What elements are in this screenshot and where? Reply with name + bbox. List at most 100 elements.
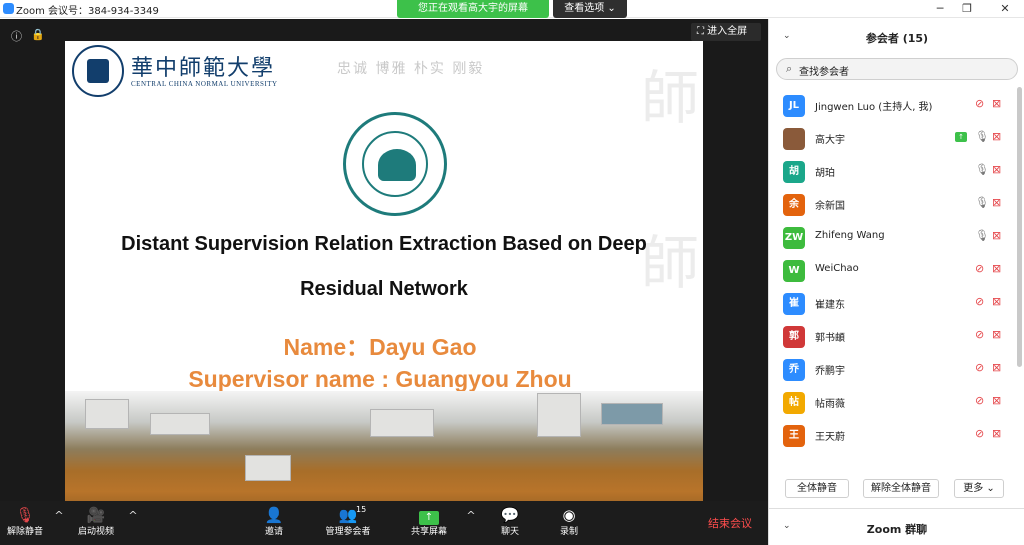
lock-icon[interactable]: 🔒 (31, 28, 45, 41)
participant-name: 乔鹏宇 (815, 366, 845, 377)
avatar: 余 (783, 194, 805, 216)
video-off-icon[interactable]: ⊠ (992, 130, 1001, 143)
participant-row[interactable]: 乔乔鹏宇 ⊘ ⊠ (769, 352, 1017, 385)
participant-row[interactable]: 余余新国 🎙 ⊠ (769, 187, 1017, 220)
participant-row[interactable]: 郭郭书頔 ⊘ ⊠ (769, 319, 1017, 352)
mic-muted-icon[interactable]: ⊘ (975, 295, 984, 308)
close-icon[interactable]: ✕ (993, 0, 1017, 18)
viewing-share-banner: 您正在观看高大宇的屏幕 (397, 0, 549, 18)
participant-row[interactable]: W WeiChao ⊘ ⊠ (769, 253, 1017, 286)
mic-muted-icon[interactable]: ⊘ (975, 427, 984, 440)
slide-title-line-2: Residual Network (300, 278, 468, 300)
university-name-cn: 華中師範大學 (131, 56, 276, 81)
mic-icon[interactable]: 🎙 (975, 130, 989, 143)
participant-name: 王天蔚 (815, 432, 845, 443)
mic-muted-icon[interactable]: ⊘ (975, 394, 984, 407)
avatar: 王 (783, 425, 805, 447)
meeting-toolbar: 🎙 解除静音 ^ 🎥 启动视频 ^ 👤 邀请 👥 15 管理参会者 ↑ 共享屏幕… (0, 501, 768, 545)
participant-name: 帖雨薇 (815, 399, 845, 410)
window-title: Zoom 会议号：384-934-3349 (16, 6, 159, 17)
participants-panel-title: 参会者 (15) (865, 32, 929, 45)
participant-row[interactable]: 高大宇 ↑ 🎙 ⊠ (769, 121, 1017, 154)
lab-emblem-icon (343, 112, 447, 216)
university-name-en: CENTRAL CHINA NORMAL UNIVERSITY (131, 80, 278, 88)
view-options-button[interactable]: 查看选项 ⌄ (553, 0, 627, 18)
video-off-icon: 🎥 (86, 506, 106, 524)
participant-row[interactable]: JL Jingwen Luo (主持人, 我) ⊘ ⊠ (769, 88, 1017, 121)
mic-icon[interactable]: 🎙 (975, 229, 989, 242)
unmute-all-button[interactable]: 解除全体静音 (863, 479, 939, 498)
participant-list-scrollbar[interactable] (1017, 87, 1022, 367)
video-off-icon[interactable]: ⊠ (992, 229, 1001, 242)
enter-fullscreen-button[interactable]: ⛶ 进入全屏 (691, 23, 761, 41)
participant-row[interactable]: 胡胡珀 🎙 ⊠ (769, 154, 1017, 187)
mic-muted-icon[interactable]: ⊘ (975, 361, 984, 374)
video-off-icon[interactable]: ⊠ (992, 163, 1001, 176)
info-icon[interactable]: ⓘ (11, 28, 22, 44)
invite-button[interactable]: 👤 邀请 (241, 505, 307, 545)
chat-label: 聊天 (500, 527, 519, 537)
panel-divider (769, 508, 1024, 509)
mute-all-button[interactable]: 全体静音 (785, 479, 849, 498)
start-video-button[interactable]: 🎥 启动视频 (63, 505, 129, 545)
video-options-caret[interactable]: ^ (126, 509, 140, 522)
avatar: W (783, 260, 805, 282)
mic-icon[interactable]: 🎙 (975, 163, 989, 176)
participant-row[interactable]: 帖帖雨薇 ⊘ ⊠ (769, 385, 1017, 418)
shared-screen-stage: ⓘ 🔒 ⛶ 进入全屏 華中師範大學 CENTRAL CHINA NORMAL U… (0, 19, 768, 520)
add-user-icon: 👤 (264, 506, 284, 524)
participant-row[interactable]: ZW Zhifeng Wang 🎙 ⊠ (769, 220, 1017, 253)
mic-muted-icon[interactable]: ⊘ (975, 328, 984, 341)
chat-icon: 💬 (500, 506, 520, 524)
manage-participants-label: 管理参会者 (325, 527, 371, 537)
minimize-icon[interactable]: ─ (928, 0, 952, 18)
slide-title-line-1: Distant Supervision Relation Extraction … (121, 233, 647, 255)
video-off-icon[interactable]: ⊠ (992, 328, 1001, 341)
end-meeting-button[interactable]: 结束会议 (708, 515, 752, 531)
participant-name: 胡珀 (815, 168, 835, 179)
participants-panel: ⌄ 参会者 (15) ⌕ 查找参会者 JL Jingwen Luo (主持人, 我… (768, 19, 1024, 545)
restore-icon[interactable]: ❐ (955, 0, 979, 18)
zoom-group-chat-title: Zoom 群聊 (866, 523, 928, 536)
zoom-meeting-window: Zoom 会议号：384-934-3349 ─ ❐ ✕ 您正在观看高大宇的屏幕 … (0, 0, 1024, 545)
presenter-name: Name：Dayu Gao (283, 334, 477, 360)
participant-name: 郭书頔 (815, 333, 845, 344)
participant-row[interactable]: 王王天蔚 ⊘ ⊠ (769, 418, 1017, 451)
mic-muted-icon[interactable]: ⊘ (975, 262, 984, 275)
avatar: 崔 (783, 293, 805, 315)
presentation-slide: 華中師範大學 CENTRAL CHINA NORMAL UNIVERSITY 忠… (65, 41, 703, 520)
share-options-caret[interactable]: ^ (464, 509, 478, 522)
video-off-icon[interactable]: ⊠ (992, 196, 1001, 209)
video-off-icon[interactable]: ⊠ (992, 361, 1001, 374)
avatar: 胡 (783, 161, 805, 183)
participant-name: 崔建东 (815, 300, 845, 311)
mic-icon[interactable]: 🎙 (975, 196, 989, 209)
participant-name: WeiChao (815, 263, 859, 274)
video-off-icon[interactable]: ⊠ (992, 262, 1001, 275)
start-video-label: 启动视频 (77, 527, 114, 537)
avatar: 乔 (783, 359, 805, 381)
avatar: 郭 (783, 326, 805, 348)
share-screen-icon: ↑ (396, 505, 462, 525)
record-icon: ◉ (562, 506, 576, 524)
avatar: ZW (783, 227, 805, 249)
video-off-icon[interactable]: ⊠ (992, 97, 1001, 110)
record-label: 录制 (559, 527, 578, 537)
unmute-label: 解除静音 (6, 527, 43, 537)
share-screen-button[interactable]: ↑ 共享屏幕 (396, 505, 462, 545)
manage-participants-button[interactable]: 👥 15 管理参会者 (315, 505, 381, 545)
supervisor-name: Supervisor name : Guangyou Zhou (188, 366, 572, 392)
unmute-button[interactable]: 🎙 解除静音 (0, 505, 58, 545)
participant-row[interactable]: 崔崔建东 ⊘ ⊠ (769, 286, 1017, 319)
search-placeholder: 查找参会者 (799, 67, 849, 78)
chat-button[interactable]: 💬 聊天 (477, 505, 543, 545)
mic-muted-icon[interactable]: ⊘ (975, 97, 984, 110)
record-button[interactable]: ◉ 录制 (536, 505, 602, 545)
video-off-icon[interactable]: ⊠ (992, 427, 1001, 440)
more-options-button[interactable]: 更多 ⌄ (954, 479, 1004, 498)
university-motto: 忠诚 博雅 朴实 刚毅 (337, 61, 485, 77)
avatar: JL (783, 95, 805, 117)
video-off-icon[interactable]: ⊠ (992, 394, 1001, 407)
video-off-icon[interactable]: ⊠ (992, 295, 1001, 308)
participant-search-input[interactable]: ⌕ 查找参会者 (776, 58, 1018, 80)
